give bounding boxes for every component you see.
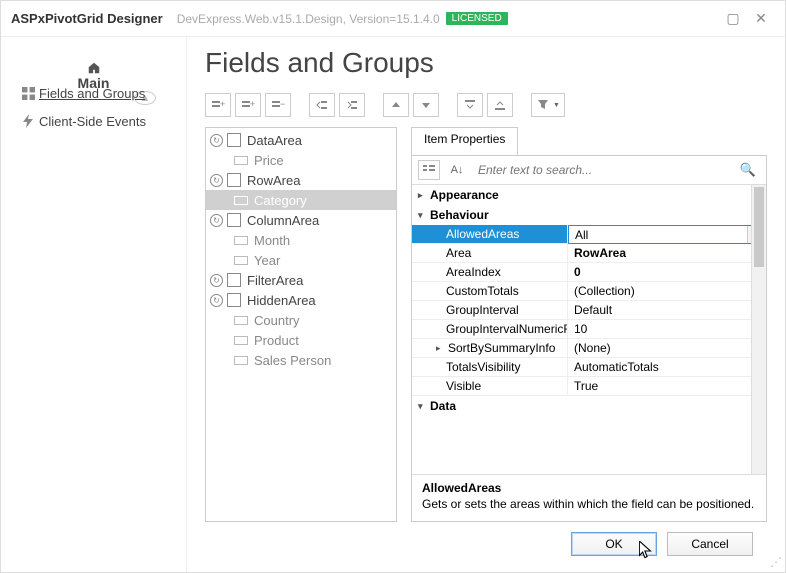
add-item-button[interactable]: + — [205, 93, 231, 117]
app-version: DevExpress.Web.v15.1.Design, Version=15.… — [177, 12, 440, 26]
sidebar-item-label: Client-Side Events — [39, 114, 146, 129]
description-title: AllowedAreas — [422, 481, 756, 495]
alphabetical-view-button[interactable]: A↓ — [446, 160, 468, 180]
svg-text:+: + — [250, 99, 255, 109]
sidebar-item-label: Fields and Groups — [39, 86, 145, 101]
tree-area-dataarea[interactable]: ↻DataArea — [206, 130, 396, 150]
svg-text:+: + — [220, 99, 225, 109]
outdent-button[interactable] — [309, 93, 335, 117]
categorized-view-button[interactable] — [418, 160, 440, 180]
collapse-level-button[interactable] — [457, 93, 483, 117]
sidebar-item-client-events[interactable]: Client-Side Events — [17, 107, 174, 135]
remove-item-button[interactable]: − — [265, 93, 291, 117]
tree-area-hiddenarea[interactable]: ↻HiddenArea — [206, 290, 396, 310]
window-maximize-icon[interactable]: ▢ — [719, 10, 747, 27]
prop-category[interactable]: ▸Appearance — [412, 185, 766, 205]
move-up-button[interactable] — [383, 93, 409, 117]
tree-field[interactable]: Country — [206, 310, 396, 330]
app-title: ASPxPivotGrid Designer — [11, 11, 163, 26]
tree-area-columnarea[interactable]: ↻ColumnArea — [206, 210, 396, 230]
tree-field[interactable]: Product — [206, 330, 396, 350]
svg-text:−: − — [280, 99, 285, 109]
prop-row[interactable]: VisibleTrue — [412, 377, 766, 396]
prop-row[interactable]: GroupIntervalDefault — [412, 301, 766, 320]
prop-row[interactable]: GroupIntervalNumericRan10 — [412, 320, 766, 339]
prop-category[interactable]: ▾Data — [412, 396, 766, 416]
retrieve-fields-button[interactable]: ▼ — [531, 93, 565, 117]
property-description: AllowedAreas Gets or sets the areas with… — [412, 475, 766, 521]
indent-button[interactable] — [339, 93, 365, 117]
tree-area-rowarea[interactable]: ↻RowArea — [206, 170, 396, 190]
tree-field[interactable]: Category — [206, 190, 396, 210]
prop-row[interactable]: CustomTotals(Collection) — [412, 282, 766, 301]
move-down-button[interactable] — [413, 93, 439, 117]
ok-button[interactable]: OK — [571, 532, 657, 556]
tree-field[interactable]: Price — [206, 150, 396, 170]
property-grid[interactable]: ▸Appearance▾BehaviourAllowedAreasAll▼Are… — [412, 185, 766, 475]
tree-field[interactable]: Year — [206, 250, 396, 270]
cancel-button[interactable]: Cancel — [667, 532, 753, 556]
page-title: Fields and Groups — [205, 47, 767, 79]
tree-field[interactable]: Sales Person — [206, 350, 396, 370]
field-tree[interactable]: ↻DataAreaPrice↻RowAreaCategory↻ColumnAre… — [205, 127, 397, 522]
prop-row[interactable]: TotalsVisibilityAutomaticTotals — [412, 358, 766, 377]
prop-row[interactable]: ▸SortBySummaryInfo(None) — [412, 339, 766, 358]
tree-field[interactable]: Month — [206, 230, 396, 250]
sidebar-main[interactable]: Main ▲ — [13, 51, 174, 79]
lightning-icon — [17, 114, 39, 128]
toolbar: + + − ▼ — [205, 93, 767, 117]
prop-row[interactable]: AreaIndex0 — [412, 263, 766, 282]
prop-row[interactable]: AreaRowArea — [412, 244, 766, 263]
property-search-input[interactable] — [474, 160, 730, 180]
prop-row[interactable]: AllowedAreasAll▼ — [412, 225, 766, 244]
search-icon[interactable]: 🔍 — [736, 162, 760, 178]
prop-category[interactable]: ▾Behaviour — [412, 205, 766, 225]
tree-area-filterarea[interactable]: ↻FilterArea — [206, 270, 396, 290]
expand-level-button[interactable] — [487, 93, 513, 117]
home-icon — [83, 61, 105, 75]
scrollbar[interactable] — [751, 185, 766, 474]
grid-icon — [17, 87, 39, 100]
tab-item-properties[interactable]: Item Properties — [411, 127, 518, 155]
description-text: Gets or sets the areas within which the … — [422, 497, 756, 511]
window-close-icon[interactable]: ✕ — [747, 10, 775, 27]
license-badge: LICENSED — [446, 12, 508, 25]
insert-item-button[interactable]: + — [235, 93, 261, 117]
